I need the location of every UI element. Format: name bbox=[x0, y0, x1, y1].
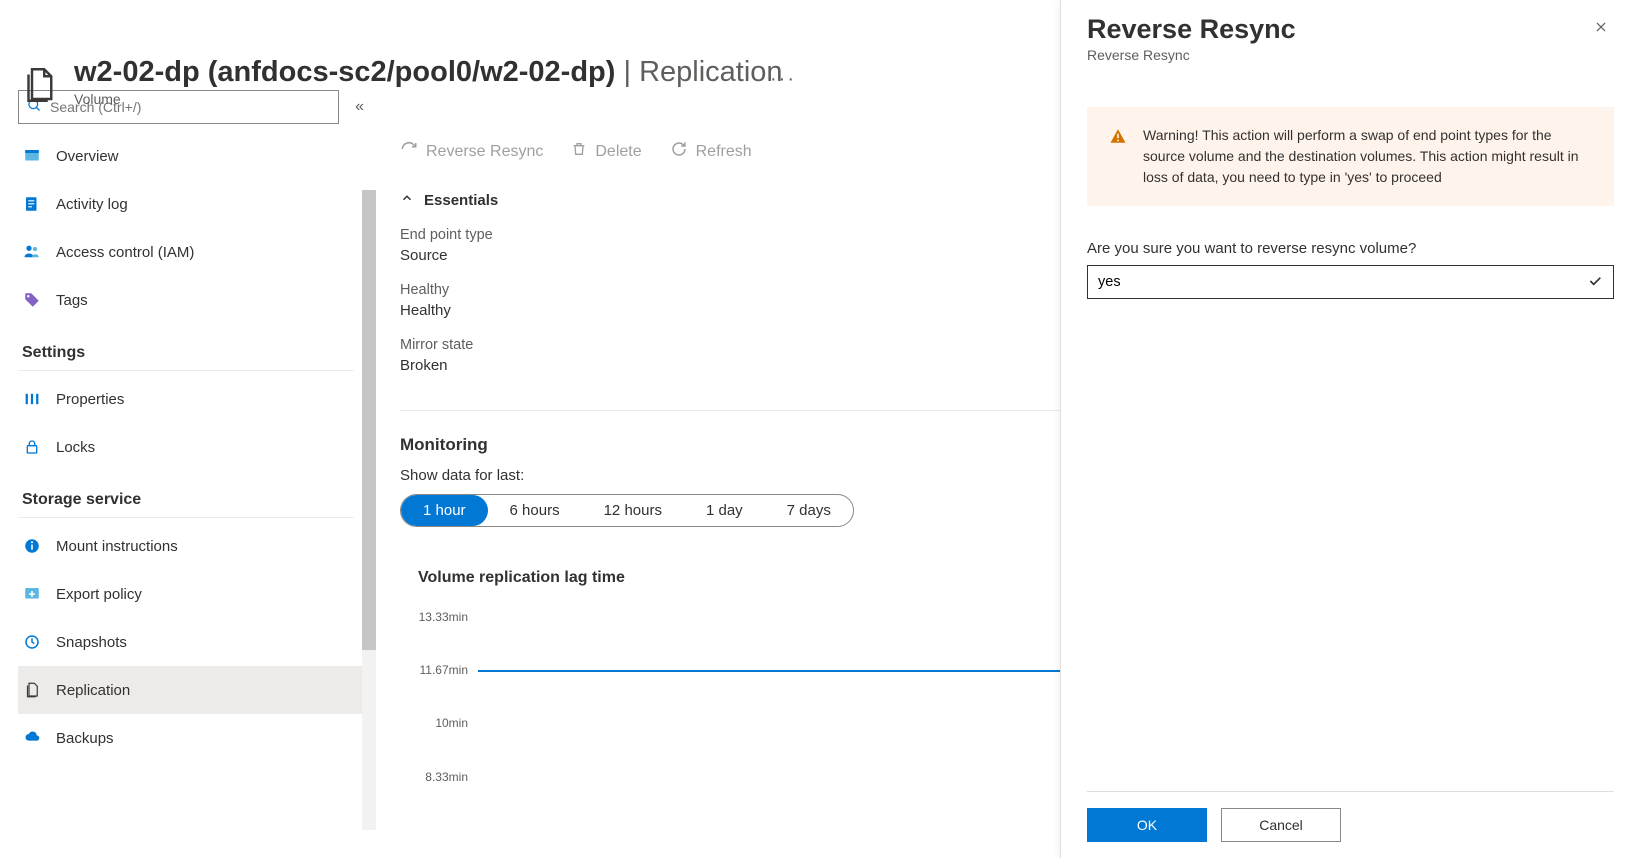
activity-log-icon bbox=[22, 194, 42, 214]
delete-icon bbox=[571, 140, 587, 163]
tags-icon bbox=[22, 290, 42, 310]
backups-icon bbox=[22, 728, 42, 748]
nav-locks[interactable]: Locks bbox=[18, 423, 370, 471]
panel-subtitle: Reverse Resync bbox=[1087, 47, 1296, 63]
access-control-icon bbox=[22, 242, 42, 262]
snapshots-icon bbox=[22, 632, 42, 652]
nav-label: Snapshots bbox=[56, 634, 127, 651]
toolbar-refresh[interactable]: Refresh bbox=[670, 140, 752, 163]
y-tick: 13.33min bbox=[408, 610, 468, 624]
nav-label: Activity log bbox=[56, 196, 128, 213]
toolbar-label: Delete bbox=[595, 143, 641, 161]
nav-tags[interactable]: Tags bbox=[18, 276, 370, 324]
volume-icon bbox=[18, 64, 60, 109]
reverse-resync-panel: Reverse Resync Reverse Resync Warning! T… bbox=[1060, 0, 1640, 858]
nav-label: Locks bbox=[56, 439, 95, 456]
nav-mount-instructions[interactable]: Mount instructions bbox=[18, 522, 370, 570]
warning-box: Warning! This action will perform a swap… bbox=[1087, 107, 1614, 206]
nav-label: Replication bbox=[56, 682, 130, 699]
overview-icon bbox=[22, 146, 42, 166]
toolbar-label: Refresh bbox=[696, 143, 752, 161]
warning-icon bbox=[1109, 127, 1127, 188]
nav-group-settings: Settings bbox=[18, 324, 354, 371]
nav-group-storage: Storage service bbox=[18, 471, 354, 518]
range-12hours[interactable]: 12 hours bbox=[582, 495, 684, 526]
confirm-input[interactable] bbox=[1098, 274, 1587, 290]
range-6hours[interactable]: 6 hours bbox=[488, 495, 582, 526]
replication-icon bbox=[22, 680, 42, 700]
nav-backups[interactable]: Backups bbox=[18, 714, 370, 762]
nav-label: Backups bbox=[56, 730, 114, 747]
reverse-resync-icon bbox=[400, 140, 418, 163]
nav-label: Overview bbox=[56, 148, 119, 165]
nav-label: Export policy bbox=[56, 586, 142, 603]
y-tick: 8.33min bbox=[408, 770, 468, 784]
properties-icon bbox=[22, 389, 42, 409]
time-range-selector: 1 hour 6 hours 12 hours 1 day 7 days bbox=[400, 494, 854, 527]
panel-footer: OK Cancel bbox=[1087, 791, 1614, 842]
y-tick: 11.67min bbox=[408, 663, 468, 677]
checkmark-icon bbox=[1587, 273, 1603, 292]
lock-icon bbox=[22, 437, 42, 457]
panel-title: Reverse Resync bbox=[1087, 14, 1296, 45]
panel-close-button[interactable] bbox=[1588, 14, 1614, 43]
nav-label: Access control (IAM) bbox=[56, 244, 194, 261]
warning-text: Warning! This action will perform a swap… bbox=[1143, 125, 1592, 188]
nav-properties[interactable]: Properties bbox=[18, 375, 370, 423]
range-1day[interactable]: 1 day bbox=[684, 495, 765, 526]
export-policy-icon bbox=[22, 584, 42, 604]
range-1hour[interactable]: 1 hour bbox=[401, 495, 488, 526]
nav-snapshots[interactable]: Snapshots bbox=[18, 618, 370, 666]
nav-replication[interactable]: Replication bbox=[18, 666, 370, 714]
ok-button[interactable]: OK bbox=[1087, 808, 1207, 842]
essentials-header: Essentials bbox=[424, 192, 498, 209]
nav-label: Properties bbox=[56, 391, 124, 408]
cancel-button[interactable]: Cancel bbox=[1221, 808, 1341, 842]
refresh-icon bbox=[670, 140, 688, 163]
nav-activity-log[interactable]: Activity log bbox=[18, 180, 370, 228]
confirm-question: Are you sure you want to reverse resync … bbox=[1087, 240, 1614, 257]
info-icon bbox=[22, 536, 42, 556]
nav-label: Mount instructions bbox=[56, 538, 178, 555]
nav-export-policy[interactable]: Export policy bbox=[18, 570, 370, 618]
nav-label: Tags bbox=[56, 292, 88, 309]
range-7days[interactable]: 7 days bbox=[765, 495, 853, 526]
nav-list: Overview Activity log Access control (IA… bbox=[18, 132, 370, 858]
toolbar-reverse-resync[interactable]: Reverse Resync bbox=[400, 140, 543, 163]
chevron-up-icon bbox=[400, 191, 414, 209]
toolbar-delete[interactable]: Delete bbox=[571, 140, 641, 163]
y-tick: 10min bbox=[408, 716, 468, 730]
nav-overview[interactable]: Overview bbox=[18, 132, 370, 180]
toolbar-label: Reverse Resync bbox=[426, 143, 543, 161]
nav-access-control[interactable]: Access control (IAM) bbox=[18, 228, 370, 276]
confirm-input-wrapper[interactable] bbox=[1087, 265, 1614, 299]
